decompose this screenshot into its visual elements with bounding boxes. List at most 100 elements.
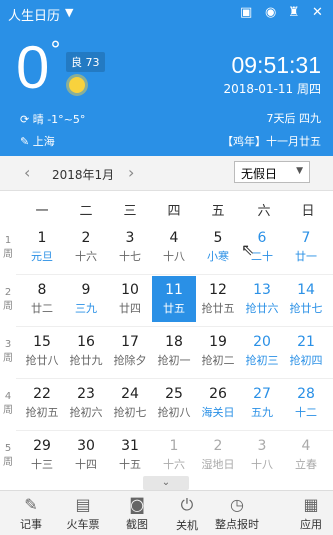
day-number: 4 [169, 230, 179, 246]
day-cell[interactable]: 23 抢初六 [64, 380, 108, 426]
day-cell[interactable]: 17 抢除夕 [108, 328, 152, 374]
skin-icon[interactable]: ▣ [240, 5, 252, 20]
day-cell[interactable]: 28 十二 [284, 380, 328, 426]
day-cell[interactable]: 7 廿一 [284, 224, 328, 270]
day-lunar: 十八 [251, 458, 273, 471]
day-cell[interactable]: 8 廿二 [20, 276, 64, 322]
collapse-button[interactable]: ⌄ [143, 476, 189, 490]
city-name: 上海 [32, 135, 55, 148]
toolbar-button[interactable]: ▤ 火车票 [58, 491, 108, 535]
bottom-toolbar: ✎ 记事 ▤ 火车票 ◙ 截图 ⏻ 关机 ◷ 整点报时 ▦ 应用 [0, 490, 333, 535]
day-cell[interactable]: 3 十八 [240, 432, 284, 478]
day-cell[interactable]: 1 十六 [152, 432, 196, 478]
city-line[interactable]: ✎ 上海 [20, 133, 55, 149]
day-lunar: 十六 [163, 458, 185, 471]
week-number: 3周 [3, 339, 13, 364]
toolbar-button[interactable]: ◙ 截图 [112, 491, 162, 535]
day-number: 7 [301, 230, 311, 246]
day-cell[interactable]: 14 抢廿七 [284, 276, 328, 322]
day-cell[interactable]: 15 抢廿八 [20, 328, 64, 374]
day-cell[interactable]: 9 三九 [64, 276, 108, 322]
close-icon[interactable]: ✕ [312, 5, 323, 20]
day-cell[interactable]: 10 廿四 [108, 276, 152, 322]
month-label[interactable]: 2018年1月 [52, 166, 114, 183]
day-cell[interactable]: 20 抢初三 [240, 328, 284, 374]
day-cell[interactable]: 5 小寒 [196, 224, 240, 270]
day-cell[interactable]: 25 抢初八 [152, 380, 196, 426]
day-cell[interactable]: 30 十四 [64, 432, 108, 478]
day-lunar: 抢初三 [245, 354, 279, 367]
day-number: 22 [33, 386, 51, 402]
weekday-label: 一 [35, 204, 49, 219]
menu-caret-icon[interactable]: ▼ [65, 6, 73, 19]
day-number: 27 [253, 386, 271, 402]
toolbar-button[interactable]: ⏻ 关机 [162, 491, 212, 535]
row-divider [16, 378, 333, 379]
next-month-button[interactable]: › [128, 163, 134, 182]
power-icon: ⏻ [180, 495, 194, 514]
toolbar-button[interactable]: ▦ 应用 [286, 491, 333, 535]
day-cell[interactable]: 18 抢初一 [152, 328, 196, 374]
toolbar-button[interactable]: ✎ 记事 [6, 491, 56, 535]
user-icon[interactable]: ◉ [265, 5, 276, 20]
toolbar-label: 整点报时 [215, 518, 259, 531]
apps-icon: ▦ [303, 495, 319, 514]
week-number: 1周 [3, 235, 13, 260]
day-cell[interactable]: 11 廿五 [152, 276, 196, 322]
day-lunar: 廿二 [31, 302, 53, 315]
day-cell[interactable]: 27 五九 [240, 380, 284, 426]
day-cell[interactable]: 1 元旦 [20, 224, 64, 270]
day-lunar: 抢廿五 [201, 302, 235, 315]
day-cell[interactable]: 31 十五 [108, 432, 152, 478]
day-number: 4 [301, 438, 311, 454]
day-number: 5 [213, 230, 223, 246]
row-divider [16, 274, 333, 275]
day-number: 31 [121, 438, 139, 454]
weather-line[interactable]: ⟳ 晴 -1°~5° [20, 111, 85, 127]
toolbar-button[interactable]: ◷ 整点报时 [212, 491, 262, 535]
app-title[interactable]: 人生日历 [8, 5, 60, 24]
note-icon: ✎ [24, 495, 38, 514]
day-cell[interactable]: 4 十八 [152, 224, 196, 270]
edit-icon[interactable]: ✎ [20, 135, 29, 148]
shirt-icon[interactable]: ♜ [288, 5, 300, 20]
week-number: 2周 [3, 287, 13, 312]
day-number: 16 [77, 334, 95, 350]
day-cell[interactable]: 13 抢廿六 [240, 276, 284, 322]
toolbar-label: 应用 [300, 518, 322, 531]
toolbar-label: 火车票 [66, 518, 100, 531]
holiday-select[interactable]: 无假日 ▼ [234, 161, 310, 183]
week-number: 4周 [3, 391, 13, 416]
day-cell[interactable]: 21 抢初四 [284, 328, 328, 374]
day-cell[interactable]: 2 十六 [64, 224, 108, 270]
day-number: 21 [297, 334, 315, 350]
day-lunar: 十四 [75, 458, 97, 471]
refresh-icon[interactable]: ⟳ [20, 113, 29, 126]
day-cell[interactable]: 4 立春 [284, 432, 328, 478]
day-cell[interactable]: 12 抢廿五 [196, 276, 240, 322]
day-cell[interactable]: 19 抢初二 [196, 328, 240, 374]
day-lunar: 海关日 [201, 406, 235, 419]
row-divider [16, 326, 333, 327]
weekday-label: 四 [167, 204, 181, 219]
prev-month-button[interactable]: ‹ [24, 163, 30, 182]
day-cell[interactable]: 22 抢初五 [20, 380, 64, 426]
day-cell[interactable]: 3 十七 [108, 224, 152, 270]
day-lunar: 元旦 [31, 250, 53, 263]
day-lunar: 十八 [163, 250, 185, 263]
day-lunar: 十二 [295, 406, 317, 419]
day-cell[interactable]: 26 海关日 [196, 380, 240, 426]
weekday-label: 二 [79, 204, 93, 219]
row-divider [16, 430, 333, 431]
day-lunar: 抢初六 [69, 406, 103, 419]
day-number: 23 [77, 386, 95, 402]
air-quality-badge[interactable]: 良 73 [66, 52, 105, 72]
weekday-label: 三 [123, 204, 137, 219]
day-cell[interactable]: 2 湿地日 [196, 432, 240, 478]
sun-icon [69, 77, 85, 93]
toolbar-label: 关机 [176, 519, 198, 532]
day-cell[interactable]: 29 十三 [20, 432, 64, 478]
day-cell[interactable]: 16 抢廿九 [64, 328, 108, 374]
day-lunar: 小寒 [207, 250, 229, 263]
day-cell[interactable]: 24 抢初七 [108, 380, 152, 426]
